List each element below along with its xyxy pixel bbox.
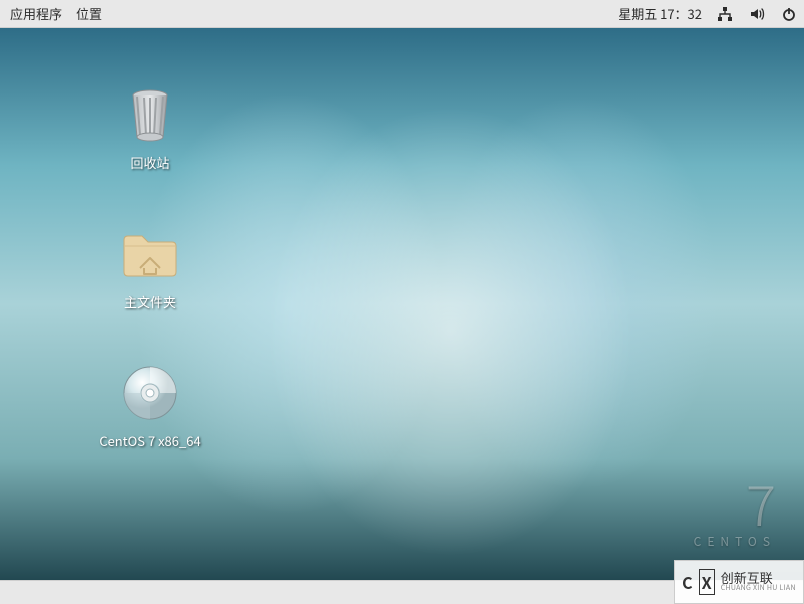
volume-icon[interactable] [748, 5, 766, 23]
clock-label: 星期五 17：32 [618, 4, 702, 23]
home-folder-icon[interactable]: 主文件夹 [90, 222, 210, 311]
desktop-icons-area: 回收站 主文件夹 [90, 83, 210, 450]
centos-watermark: 7 CENTOS [694, 475, 776, 550]
trash-label: 回收站 [130, 153, 169, 172]
power-icon[interactable] [780, 5, 798, 23]
panel-left-group: 应用程序 位置 [6, 4, 102, 23]
overlay-text-group: 创新互联 CHUANG XIN HU LIAN [721, 571, 796, 593]
applications-menu[interactable]: 应用程序 [6, 4, 62, 23]
desktop[interactable]: 回收站 主文件夹 [0, 28, 804, 580]
applications-label: 应用程序 [10, 4, 62, 23]
install-disc-icon[interactable]: CentOS 7 x86_64 [90, 361, 210, 450]
folder-glyph-icon [118, 222, 182, 286]
top-panel: 应用程序 位置 星期五 17：32 [0, 0, 804, 28]
disc-glyph-icon [118, 361, 182, 425]
trash-icon[interactable]: 回收站 [90, 83, 210, 172]
trash-glyph-icon [118, 83, 182, 147]
panel-right-group: 星期五 17：32 [618, 4, 798, 23]
watermark-brand: CENTOS [694, 533, 776, 550]
places-menu[interactable]: 位置 [76, 4, 102, 23]
watermark-version: 7 [694, 475, 776, 531]
places-label: 位置 [76, 4, 102, 23]
overlay-sub: CHUANG XIN HU LIAN [721, 585, 796, 593]
clock[interactable]: 星期五 17：32 [618, 4, 702, 23]
overlay-mark-left: C [682, 570, 693, 594]
network-icon[interactable] [716, 5, 734, 23]
site-watermark-overlay: C X 创新互联 CHUANG XIN HU LIAN [674, 560, 804, 604]
home-folder-label: 主文件夹 [124, 292, 176, 311]
install-disc-label: CentOS 7 x86_64 [99, 431, 200, 450]
overlay-mark-right: X [699, 569, 715, 595]
